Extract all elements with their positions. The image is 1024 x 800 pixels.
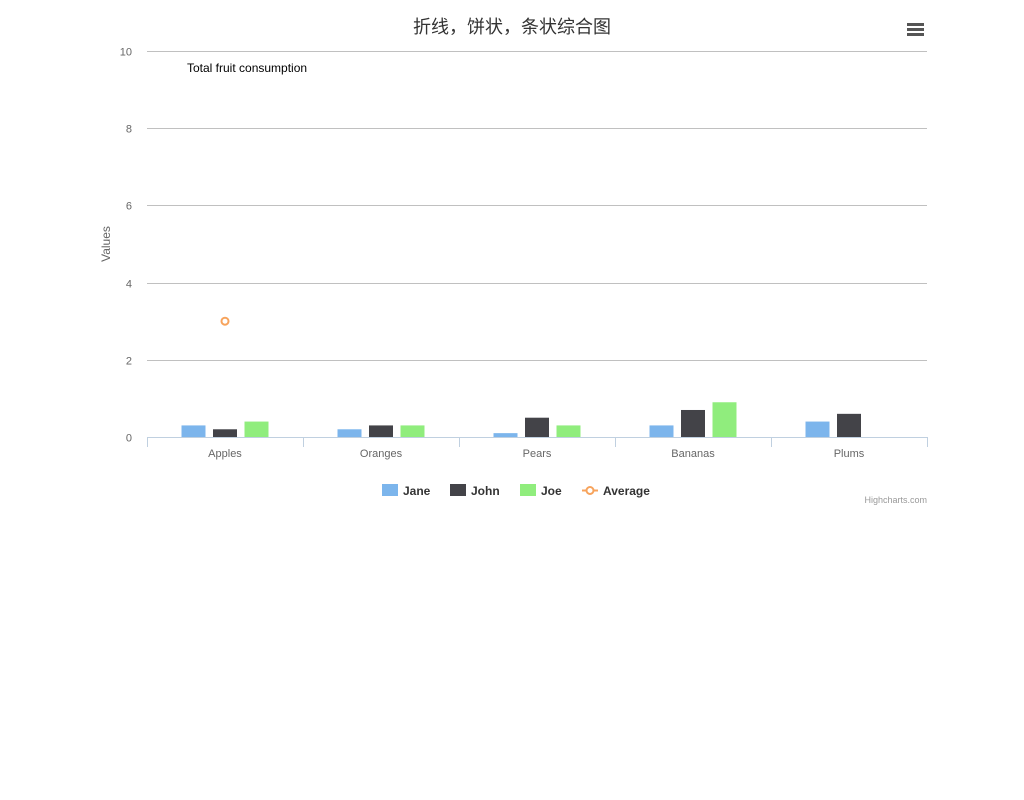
- bar-john-apples[interactable]: [213, 429, 237, 437]
- y-tick-label: 8: [126, 124, 132, 136]
- x-tick-label: Pears: [523, 448, 552, 460]
- pie-title: Total fruit consumption: [187, 61, 307, 75]
- legend-swatch: [382, 484, 398, 496]
- bar-jane-plums[interactable]: [805, 421, 830, 437]
- bar-joe-oranges[interactable]: [400, 425, 425, 437]
- legend-label: John: [471, 484, 500, 498]
- bar-jane-oranges[interactable]: [337, 429, 362, 437]
- hamburger-menu-icon[interactable]: [907, 23, 924, 36]
- y-tick-label: 2: [126, 356, 132, 368]
- x-tick-label: Apples: [208, 448, 242, 460]
- bar-joe-pears[interactable]: [556, 425, 581, 437]
- credits-link[interactable]: Highcharts.com: [864, 495, 927, 505]
- bar-john-oranges[interactable]: [369, 425, 393, 437]
- average-point[interactable]: [220, 316, 230, 326]
- bar-jane-pears[interactable]: [493, 433, 518, 437]
- legend-label: Jane: [403, 484, 431, 498]
- x-tick-label: Oranges: [360, 448, 403, 460]
- x-tick-label: Bananas: [671, 448, 715, 460]
- chart-title: 折线，饼状，条状综合图: [413, 17, 611, 38]
- average-series: [220, 316, 230, 326]
- legend-swatch: [450, 484, 466, 496]
- legend-item-joe[interactable]: Joe: [520, 484, 562, 498]
- bar-john-pears[interactable]: [525, 417, 549, 437]
- bar-joe-bananas[interactable]: [712, 402, 737, 437]
- y-tick-label: 4: [126, 279, 132, 291]
- y-tick-label: 6: [126, 201, 132, 213]
- legend-item-average[interactable]: Average: [582, 484, 650, 498]
- legend-item-jane[interactable]: Jane: [382, 484, 431, 498]
- legend: Jane John Joe Average: [382, 484, 650, 498]
- legend-swatch: [520, 484, 536, 496]
- legend-label: Average: [603, 484, 650, 498]
- legend-marker-symbol: [585, 486, 595, 495]
- legend-item-john[interactable]: John: [450, 484, 500, 498]
- y-axis-ticks: 0 2 4 6 8 10: [120, 47, 132, 445]
- menu-button[interactable]: [900, 16, 932, 42]
- y-tick-label: 0: [126, 433, 132, 445]
- y-axis-title: Values: [99, 226, 113, 262]
- bar-john-plums[interactable]: [837, 413, 861, 437]
- x-axis: Apples Oranges Pears Bananas Plums: [147, 437, 928, 460]
- y-tick-label: 10: [120, 47, 132, 59]
- bar-joe-apples[interactable]: [244, 421, 269, 437]
- bar-jane-bananas[interactable]: [649, 425, 674, 437]
- x-tick-label: Plums: [834, 448, 865, 460]
- bar-john-bananas[interactable]: [681, 409, 705, 437]
- bar-jane-apples[interactable]: [181, 425, 206, 437]
- chart: 折线，饼状，条状综合图 0 2 4 6 8 10 Values Apples Oranges…: [99, 16, 932, 505]
- bar-series: [181, 402, 861, 437]
- gridlines: [147, 51, 927, 361]
- legend-label: Joe: [541, 484, 562, 498]
